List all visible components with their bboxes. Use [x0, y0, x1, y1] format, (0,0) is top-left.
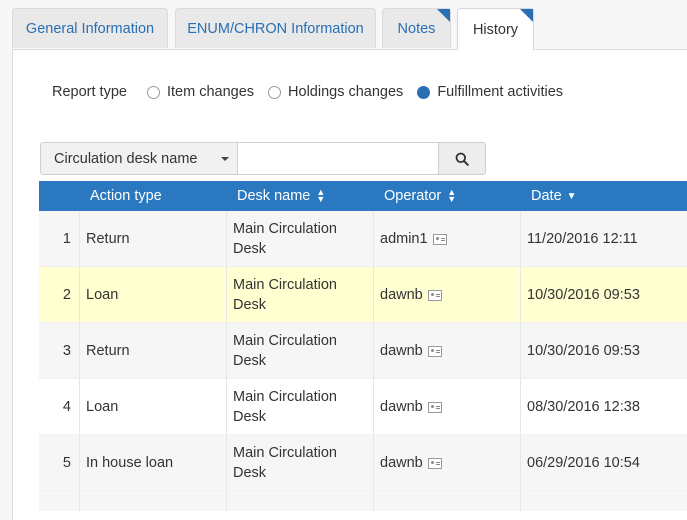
tab-label: General Information	[25, 20, 155, 37]
tab-indicator-icon	[437, 9, 450, 22]
sort-up-down-icon: ▲ ▼	[316, 187, 326, 204]
desk-line: Main Circulation	[233, 277, 337, 293]
header-date[interactable]: Date ▼	[531, 181, 577, 211]
user-card-icon[interactable]	[427, 289, 442, 301]
tab-notes[interactable]: Notes	[382, 8, 451, 48]
table-row[interactable]: 5 In house loan Main Circulation Desk daw…	[39, 435, 687, 491]
cell-desk-name: Main Circulation Desk	[233, 379, 363, 435]
row-number: 3	[62, 343, 71, 359]
cell-desk-name: Main Circulation Desk	[233, 435, 363, 491]
desk-line: Main Circulation	[233, 389, 337, 405]
report-type-group: Report type Item changes Holdings change…	[52, 82, 577, 102]
search-input[interactable]	[238, 142, 439, 175]
table-row[interactable]: 1 Return Main Circulation Desk admin1 11/…	[39, 211, 687, 267]
cell-action-type: Loan	[86, 399, 119, 415]
desk-line: Desk	[233, 465, 267, 481]
cell-operator: dawnb	[380, 267, 442, 323]
cell-action-type: Loan	[86, 287, 119, 303]
header-label: Operator	[384, 188, 442, 204]
operator-name: dawnb	[380, 287, 423, 303]
sort-up-down-icon: ▲ ▼	[447, 187, 457, 204]
radio-label: Item changes	[166, 84, 255, 100]
table-header: Action type Desk name ▲ ▼ Operator ▲ ▼ Dat…	[39, 181, 687, 211]
desk-line: Desk	[233, 409, 267, 425]
search-bar: Circulation desk name	[40, 142, 486, 175]
table-row[interactable]: 2 Loan Main Circulation Desk dawnb 10/30/…	[39, 267, 687, 323]
radio-item-changes[interactable]: Item changes	[146, 84, 255, 100]
search-field-dropdown[interactable]: Circulation desk name	[40, 142, 238, 175]
cell-date: 08/30/2016 12:38	[527, 399, 640, 415]
cell-date: 11/20/2016 12:11	[527, 231, 638, 247]
cell-desk-name: Main Circulation Desk	[233, 267, 363, 323]
cell-date: 10/30/2016 09:53	[527, 343, 640, 359]
user-card-icon[interactable]	[427, 401, 442, 413]
tab-general-information[interactable]: General Information	[12, 8, 168, 48]
header-action-type[interactable]: Action type	[90, 181, 162, 211]
table-row-partial	[39, 491, 687, 511]
caret-down-icon	[221, 157, 229, 161]
row-number: 1	[62, 231, 71, 247]
radio-selected-icon	[417, 85, 431, 99]
cell-action-type: Return	[86, 343, 130, 359]
table-row[interactable]: 4 Loan Main Circulation Desk dawnb 08/30/…	[39, 379, 687, 435]
table-row[interactable]: 3 Return Main Circulation Desk dawnb 10/3…	[39, 323, 687, 379]
user-card-icon[interactable]	[427, 457, 442, 469]
cell-desk-name: Main Circulation Desk	[233, 211, 363, 267]
user-card-icon[interactable]	[432, 233, 447, 245]
search-icon	[455, 152, 469, 166]
desk-line: Main Circulation	[233, 221, 337, 237]
desk-line: Desk	[233, 353, 267, 369]
cell-date: 06/29/2016 10:54	[527, 455, 640, 471]
report-type-label: Report type	[52, 84, 127, 100]
radio-label: Fulfillment activities	[437, 84, 564, 100]
radio-holdings-changes[interactable]: Holdings changes	[268, 84, 403, 100]
cell-operator: dawnb	[380, 379, 442, 435]
desk-line: Desk	[233, 297, 267, 313]
cell-action-type: Return	[86, 231, 130, 247]
search-field-label: Circulation desk name	[54, 150, 198, 167]
radio-fulfillment-activities[interactable]: Fulfillment activities	[417, 84, 563, 100]
cell-date: 10/30/2016 09:53	[527, 287, 640, 303]
operator-name: admin1	[380, 231, 428, 247]
radio-circle-icon	[268, 85, 282, 99]
header-label: Action type	[90, 188, 162, 204]
tab-indicator-icon	[520, 9, 533, 22]
row-number: 2	[62, 287, 71, 303]
cell-operator: dawnb	[380, 435, 442, 491]
desk-line: Main Circulation	[233, 333, 337, 349]
cell-operator: admin1	[380, 211, 447, 267]
header-desk-name[interactable]: Desk name ▲ ▼	[237, 181, 325, 211]
tab-enum-chron-information[interactable]: ENUM/CHRON Information	[175, 8, 376, 48]
tab-label: Notes	[397, 20, 436, 37]
desk-line: Desk	[233, 241, 267, 257]
tab-label: ENUM/CHRON Information	[187, 20, 364, 37]
tab-label: History	[472, 21, 519, 38]
header-label: Date	[531, 188, 562, 204]
header-label: Desk name	[237, 188, 311, 204]
sort-down-icon: ▼	[566, 190, 577, 202]
radio-circle-icon	[146, 85, 160, 99]
history-table: Action type Desk name ▲ ▼ Operator ▲ ▼ Dat…	[39, 181, 687, 511]
operator-name: dawnb	[380, 455, 423, 471]
row-number: 4	[62, 399, 71, 415]
desk-line: Main Circulation	[233, 445, 337, 461]
tab-history[interactable]: History	[457, 8, 534, 50]
operator-name: dawnb	[380, 399, 423, 415]
radio-label: Holdings changes	[288, 84, 404, 100]
cell-desk-name: Main Circulation Desk	[233, 323, 363, 379]
cell-action-type: In house loan	[86, 455, 174, 471]
search-button[interactable]	[439, 142, 486, 175]
operator-name: dawnb	[380, 343, 423, 359]
header-operator[interactable]: Operator ▲ ▼	[384, 181, 456, 211]
row-number: 5	[62, 455, 71, 471]
cell-operator: dawnb	[380, 323, 442, 379]
user-card-icon[interactable]	[427, 345, 442, 357]
